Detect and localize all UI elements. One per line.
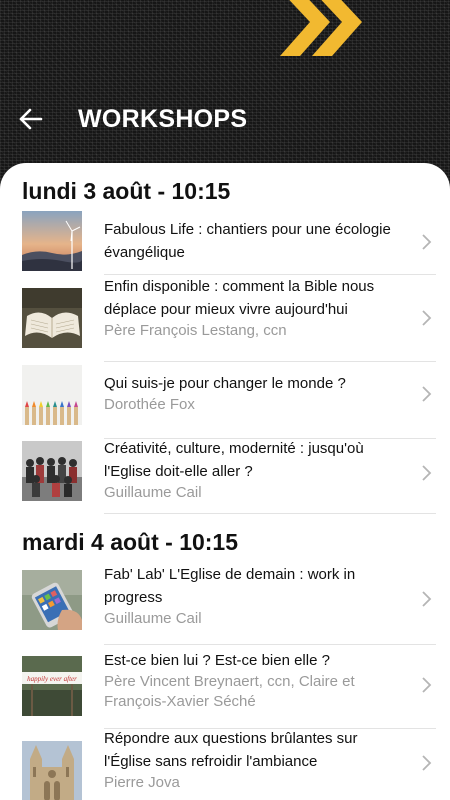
double-chevron-logo-icon xyxy=(280,0,362,56)
chevron-right-icon xyxy=(422,465,432,481)
day-heading: lundi 3 août - 10:15 xyxy=(22,178,231,204)
workshop-speaker: Père François Lestang, ccn xyxy=(104,322,287,339)
workshop-speaker: Père Vincent Breynaert, ccn, Claire et F… xyxy=(104,673,355,710)
chevron-right-icon xyxy=(422,386,432,402)
workshop-speaker: Guillaume Cail xyxy=(104,610,202,627)
workshop-thumbnail xyxy=(22,288,82,348)
workshop-thumbnail xyxy=(22,441,82,501)
workshop-thumbnail xyxy=(22,211,82,271)
workshop-thumbnail: happily ever after xyxy=(22,656,82,716)
workshop-speaker: Dorothée Fox xyxy=(104,396,195,413)
day-heading: mardi 4 août - 10:15 xyxy=(22,529,239,555)
workshop-title: Qui suis-je pour changer le monde ? xyxy=(104,375,346,392)
workshop-item-fabulous-life[interactable]: Fabulous Life : chantiers pour une écolo… xyxy=(0,208,450,275)
workshop-item-questions-brulantes[interactable]: Répondre aux questions brûlantes sur l'É… xyxy=(0,729,450,800)
workshop-title: Fab' Lab' L'Eglise de demain : work in p… xyxy=(104,566,356,606)
workshop-title: Répondre aux questions brûlantes sur l'É… xyxy=(104,730,358,770)
workshop-thumbnail xyxy=(22,570,82,630)
workshop-item-qui-suis-je[interactable]: Qui suis-je pour changer le monde ? Doro… xyxy=(0,362,450,439)
page-title: WORKSHOPS xyxy=(78,105,248,133)
workshop-list[interactable]: lundi 3 août - 10:15 Fabulous Life : cha… xyxy=(0,163,450,800)
chevron-right-icon xyxy=(422,591,432,607)
workshop-item-fab-lab[interactable]: Fab' Lab' L'Eglise de demain : work in p… xyxy=(0,566,450,645)
sign-text: happily ever after xyxy=(27,675,77,683)
workshop-title: Enfin disponible : comment la Bible nous… xyxy=(104,278,375,318)
workshop-title: Créativité, culture, modernité : jusqu'o… xyxy=(104,440,364,480)
workshop-speaker: Pierre Jova xyxy=(104,774,180,791)
chevron-right-icon xyxy=(422,677,432,693)
back-arrow-icon[interactable] xyxy=(18,106,44,132)
chevron-right-icon xyxy=(422,755,432,771)
workshop-title: Fabulous Life : chantiers pour une écolo… xyxy=(104,221,391,261)
divider xyxy=(104,513,436,514)
workshop-speaker: Guillaume Cail xyxy=(104,484,202,501)
chevron-right-icon xyxy=(422,310,432,326)
workshop-item-bible[interactable]: Enfin disponible : comment la Bible nous… xyxy=(0,275,450,362)
workshop-item-est-ce-bien-lui[interactable]: happily ever after Est-ce bien lui ? Est… xyxy=(0,645,450,729)
workshop-title: Est-ce bien lui ? Est-ce bien elle ? xyxy=(104,652,330,669)
chevron-right-icon xyxy=(422,234,432,250)
workshop-thumbnail xyxy=(22,365,82,425)
workshop-item-creativite[interactable]: Créativité, culture, modernité : jusqu'o… xyxy=(0,439,450,514)
workshop-thumbnail xyxy=(22,741,82,800)
